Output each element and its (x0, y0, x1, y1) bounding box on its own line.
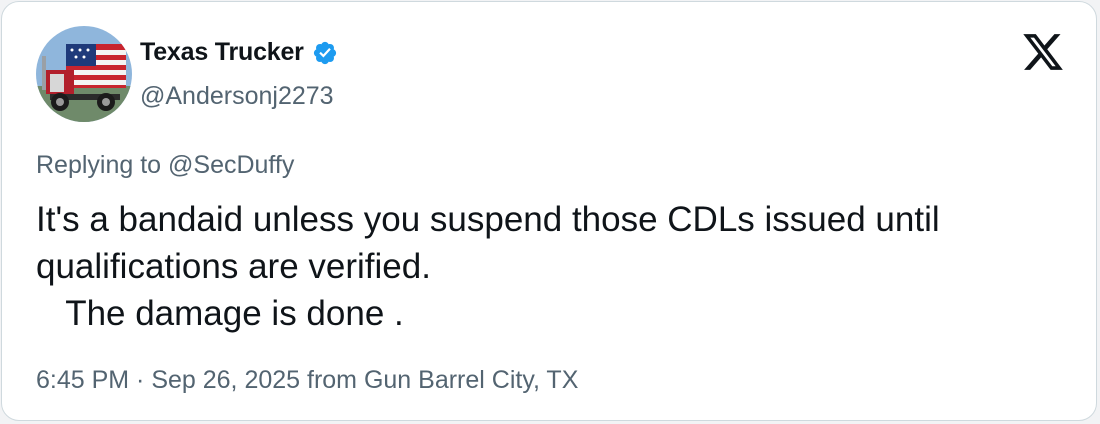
author-handle[interactable]: @Andersonj2273 (140, 82, 334, 111)
tweet-card[interactable]: Texas Trucker @Andersonj2273 Replying to… (1, 1, 1097, 421)
display-name[interactable]: Texas Trucker (140, 38, 304, 67)
tweet-text: It's a bandaid unless you suspend those … (36, 200, 940, 333)
x-logo-icon[interactable] (1020, 30, 1066, 74)
truck-flag-avatar-image (36, 26, 132, 122)
tweet-timestamp[interactable]: 6:45 PM · Sep 26, 2025 from Gun Barrel C… (36, 366, 578, 395)
verified-badge-icon (313, 41, 336, 64)
author-name-row: Texas Trucker (140, 38, 338, 67)
reply-context[interactable]: Replying to @SecDuffy (36, 151, 294, 180)
avatar[interactable] (36, 26, 132, 122)
